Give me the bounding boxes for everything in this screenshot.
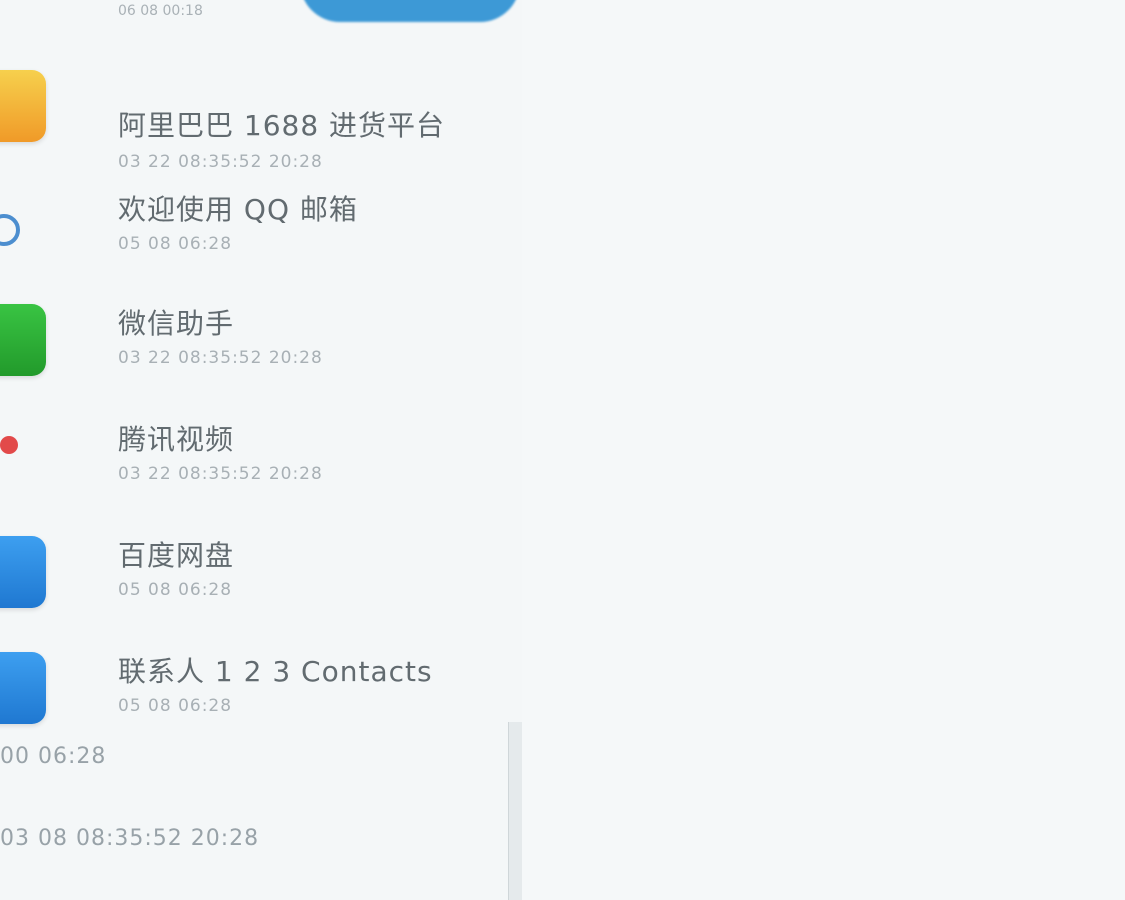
list-item[interactable]: 联系人 1 2 3 Contacts 05 08 06:28 — [0, 616, 520, 732]
top-pill-button[interactable] — [300, 0, 520, 22]
item-subtitle: 03 22 08:35:52 20:28 — [118, 464, 323, 484]
contacts-icon — [0, 652, 46, 724]
folder-icon — [0, 70, 46, 142]
chat-icon — [0, 304, 46, 376]
mail-icon — [0, 214, 20, 246]
item-title: 欢迎使用 QQ 邮箱 — [118, 193, 358, 226]
item-subtitle: 05 08 06:28 — [118, 234, 233, 254]
item-title: 阿里巴巴 1688 进货平台 — [118, 109, 446, 142]
conversation-list[interactable]: 06 08 00:18 阿里巴巴 1688 进货平台 03 22 08:35:5… — [0, 0, 523, 900]
item-title: 微信助手 — [118, 307, 235, 340]
item-subtitle: 05 08 06:28 — [118, 696, 233, 716]
footer-line-1: 00 06:28 — [0, 744, 107, 769]
partial-caption: 06 08 00:18 — [118, 3, 203, 19]
item-subtitle: 05 08 06:28 — [118, 580, 233, 600]
scrollbar[interactable] — [508, 722, 523, 900]
screen: 06 08 00:18 阿里巴巴 1688 进货平台 03 22 08:35:5… — [0, 0, 1125, 900]
item-title: 百度网盘 — [118, 539, 235, 572]
detail-pane — [522, 0, 1125, 900]
list-item[interactable]: 微信助手 03 22 08:35:52 20:28 — [0, 268, 520, 384]
video-icon — [0, 436, 18, 454]
list-item[interactable]: 欢迎使用 QQ 邮箱 05 08 06:28 — [0, 152, 520, 268]
list-item[interactable]: 阿里巴巴 1688 进货平台 03 22 08:35:52 20:28 — [0, 36, 520, 172]
footer-line-2: 03 08 08:35:52 20:28 — [0, 826, 260, 851]
cloud-icon — [0, 536, 46, 608]
item-title: 联系人 1 2 3 Contacts — [118, 655, 433, 688]
list-item[interactable]: 腾讯视频 03 22 08:35:52 20:28 — [0, 384, 520, 500]
item-subtitle: 03 22 08:35:52 20:28 — [118, 348, 323, 368]
item-title: 腾讯视频 — [118, 423, 235, 456]
list-item[interactable]: 百度网盘 05 08 06:28 — [0, 500, 520, 616]
